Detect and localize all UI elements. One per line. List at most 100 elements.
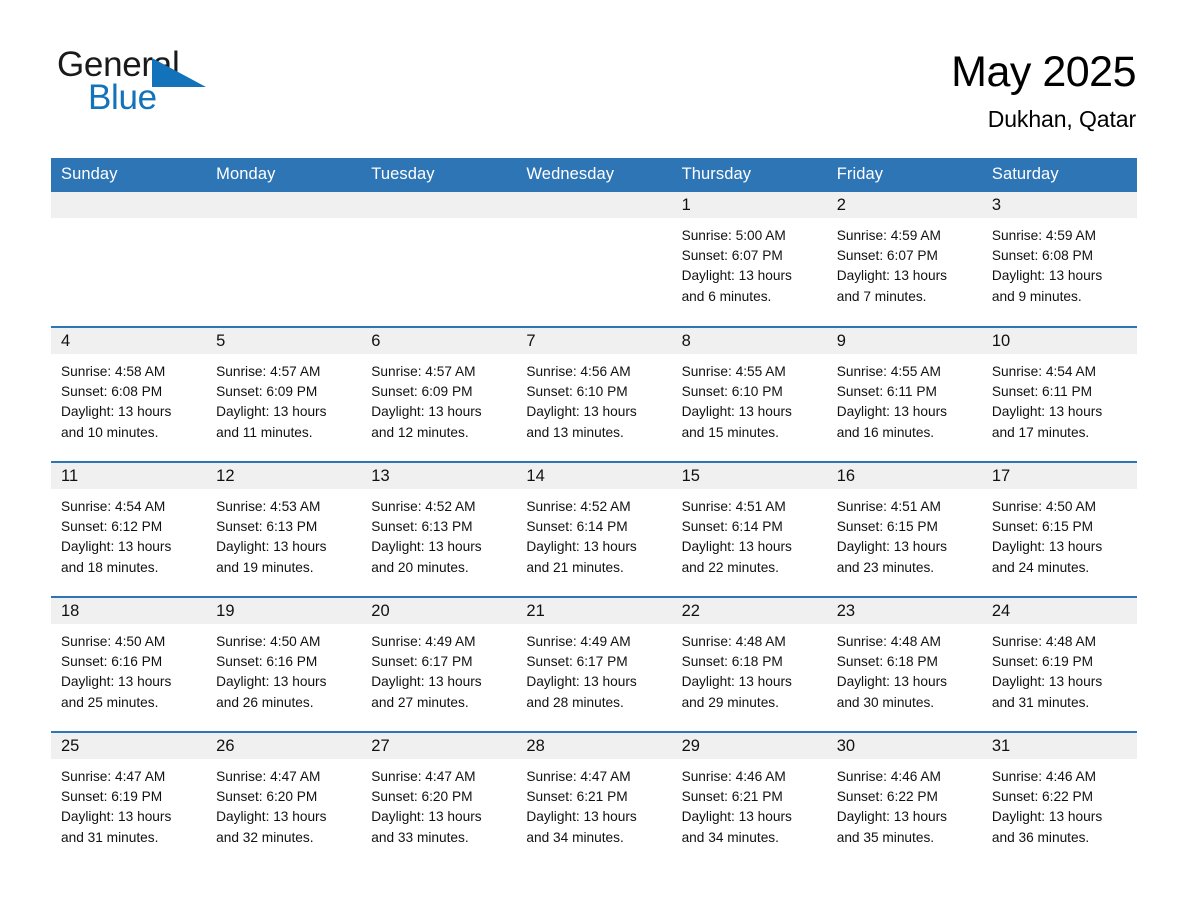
cell-inner: 20 Sunrise: 4:49 AM Sunset: 6:17 PM Dayligh… — [361, 598, 517, 731]
calendar-cell-day-14[interactable]: 14 Sunrise: 4:52 AM Sunset: 6:14 PM Dayligh… — [516, 461, 672, 597]
calendar-cell-day-26[interactable]: 26 Sunrise: 4:47 AM Sunset: 6:20 PM Dayligh… — [206, 731, 362, 867]
calendar-cell-day-23[interactable]: 23 Sunrise: 4:48 AM Sunset: 6:18 PM Dayligh… — [826, 596, 982, 732]
day-number: 2 — [826, 192, 982, 218]
calendar-cell-day-18[interactable]: 18 Sunrise: 4:50 AM Sunset: 6:16 PM Dayligh… — [51, 596, 207, 732]
calendar-cell-day-17[interactable]: 17 Sunrise: 4:50 AM Sunset: 6:15 PM Dayligh… — [981, 461, 1137, 597]
calendar-cell-day-20[interactable]: 20 Sunrise: 4:49 AM Sunset: 6:17 PM Dayligh… — [361, 596, 517, 732]
sunrise-text: Sunrise: 4:59 AM — [991, 228, 1097, 243]
cell-inner: 10 Sunrise: 4:54 AM Sunset: 6:11 PM Dayligh… — [981, 328, 1137, 461]
daylight-text-line2: and 25 minutes. — [61, 694, 159, 710]
day-details — [51, 218, 206, 226]
daylight-text-line2: and 31 minutes. — [991, 694, 1090, 710]
calendar-cell-day-16[interactable]: 16 Sunrise: 4:51 AM Sunset: 6:15 PM Dayligh… — [826, 461, 982, 597]
calendar-cell-day-25[interactable]: 25 Sunrise: 4:47 AM Sunset: 6:19 PM Dayligh… — [51, 731, 207, 867]
daylight-text-line2: and 26 minutes. — [216, 694, 314, 710]
daylight-text-line2: and 7 minutes. — [836, 288, 927, 304]
daylight-text-line2: and 36 minutes. — [991, 829, 1090, 845]
calendar-cell-day-1[interactable]: 1 Sunrise: 5:00 AM Sunset: 6:07 PM Daylight… — [671, 192, 827, 327]
cell-inner — [361, 192, 517, 326]
calendar-cell-day-29[interactable]: 29 Sunrise: 4:46 AM Sunset: 6:21 PM Dayligh… — [671, 731, 827, 867]
calendar-cell-day-10[interactable]: 10 Sunrise: 4:54 AM Sunset: 6:11 PM Dayligh… — [981, 326, 1137, 462]
day-number: 31 — [981, 733, 1137, 759]
calendar-cell-day-31[interactable]: 31 Sunrise: 4:46 AM Sunset: 6:22 PM Dayligh… — [981, 731, 1137, 867]
cell-inner: 19 Sunrise: 4:50 AM Sunset: 6:16 PM Dayligh… — [206, 598, 362, 731]
calendar-cell-day-9[interactable]: 9 Sunrise: 4:55 AM Sunset: 6:11 PM Daylight… — [826, 326, 982, 462]
calendar-cell-day-3[interactable]: 3 Sunrise: 4:59 AM Sunset: 6:08 PM Daylight… — [981, 192, 1137, 327]
calendar-cell-day-19[interactable]: 19 Sunrise: 4:50 AM Sunset: 6:16 PM Dayligh… — [206, 596, 362, 732]
calendar-cell-day-27[interactable]: 27 Sunrise: 4:47 AM Sunset: 6:20 PM Dayligh… — [361, 731, 517, 867]
daylight-text-line1: Daylight: 13 hours — [216, 404, 327, 420]
daylight-text-line2: and 34 minutes. — [681, 829, 779, 845]
sunset-text: Sunset: 6:11 PM — [991, 384, 1093, 400]
day-number: 15 — [671, 463, 827, 489]
calendar-cell-day-28[interactable]: 28 Sunrise: 4:47 AM Sunset: 6:21 PM Dayligh… — [516, 731, 672, 867]
calendar-body: 1 Sunrise: 5:00 AM Sunset: 6:07 PM Daylight… — [51, 192, 1137, 867]
calendar-cell-day-22[interactable]: 22 Sunrise: 4:48 AM Sunset: 6:18 PM Dayligh… — [671, 596, 827, 732]
day-number: 25 — [51, 733, 207, 759]
daylight-text-line2: and 21 minutes. — [526, 559, 624, 575]
calendar-cell-day-24[interactable]: 24 Sunrise: 4:48 AM Sunset: 6:19 PM Dayligh… — [981, 596, 1137, 732]
calendar-cell-day-7[interactable]: 7 Sunrise: 4:56 AM Sunset: 6:10 PM Daylight… — [516, 326, 672, 462]
triangle-icon — [152, 58, 206, 87]
calendar-week-row: 25 Sunrise: 4:47 AM Sunset: 6:19 PM Dayligh… — [51, 731, 1137, 867]
day-number: 7 — [516, 328, 672, 354]
day-details: Sunrise: 4:54 AM Sunset: 6:11 PM Daylight:… — [982, 354, 1137, 443]
cell-inner: 4 Sunrise: 4:58 AM Sunset: 6:08 PM Daylight… — [51, 328, 207, 461]
weekday-header-monday: Monday — [206, 158, 362, 192]
daylight-text-line2: and 34 minutes. — [526, 829, 624, 845]
cell-inner: 28 Sunrise: 4:47 AM Sunset: 6:21 PM Dayligh… — [516, 733, 672, 867]
calendar-cell-day-8[interactable]: 8 Sunrise: 4:55 AM Sunset: 6:10 PM Daylight… — [671, 326, 827, 462]
calendar-week-row: 11 Sunrise: 4:54 AM Sunset: 6:12 PM Dayligh… — [51, 461, 1137, 597]
calendar-cell-day-11[interactable]: 11 Sunrise: 4:54 AM Sunset: 6:12 PM Dayligh… — [51, 461, 207, 597]
cell-inner: 17 Sunrise: 4:50 AM Sunset: 6:15 PM Dayligh… — [981, 463, 1137, 596]
day-details: Sunrise: 4:46 AM Sunset: 6:22 PM Daylight:… — [827, 759, 982, 848]
page-header: General Blue May 2025 Dukhan, Qatar — [0, 0, 1188, 158]
calendar-cell-day-30[interactable]: 30 Sunrise: 4:46 AM Sunset: 6:22 PM Dayligh… — [826, 731, 982, 867]
sunrise-text: Sunrise: 4:47 AM — [526, 769, 631, 784]
sunset-text: Sunset: 6:14 PM — [526, 519, 628, 535]
day-details: Sunrise: 4:48 AM Sunset: 6:18 PM Daylight:… — [827, 624, 982, 713]
day-number: 5 — [206, 328, 362, 354]
daylight-text-line2: and 15 minutes. — [681, 424, 779, 440]
day-number: 6 — [361, 328, 517, 354]
day-number: 16 — [826, 463, 982, 489]
day-details — [206, 218, 361, 226]
calendar-cell-day-21[interactable]: 21 Sunrise: 4:49 AM Sunset: 6:17 PM Dayligh… — [516, 596, 672, 732]
cell-inner: 8 Sunrise: 4:55 AM Sunset: 6:10 PM Daylight… — [671, 328, 827, 461]
calendar-cell-day-2[interactable]: 2 Sunrise: 4:59 AM Sunset: 6:07 PM Daylight… — [826, 192, 982, 327]
day-number — [51, 192, 207, 218]
sunrise-text: Sunrise: 4:48 AM — [681, 634, 786, 649]
sunrise-text: Sunrise: 4:46 AM — [991, 769, 1097, 784]
sunset-text: Sunset: 6:18 PM — [836, 654, 938, 670]
cell-inner: 26 Sunrise: 4:47 AM Sunset: 6:20 PM Dayligh… — [206, 733, 362, 867]
calendar-cell-day-15[interactable]: 15 Sunrise: 4:51 AM Sunset: 6:14 PM Dayligh… — [671, 461, 827, 597]
daylight-text-line2: and 35 minutes. — [836, 829, 935, 845]
day-number — [206, 192, 362, 218]
calendar-cell-day-5[interactable]: 5 Sunrise: 4:57 AM Sunset: 6:09 PM Daylight… — [206, 326, 362, 462]
cell-inner: 18 Sunrise: 4:50 AM Sunset: 6:16 PM Dayligh… — [51, 598, 207, 731]
sunset-text: Sunset: 6:09 PM — [371, 384, 473, 400]
day-number — [516, 192, 672, 218]
calendar-cell-day-12[interactable]: 12 Sunrise: 4:53 AM Sunset: 6:13 PM Dayligh… — [206, 461, 362, 597]
day-details: Sunrise: 4:52 AM Sunset: 6:14 PM Daylight:… — [516, 489, 671, 578]
day-details: Sunrise: 4:47 AM Sunset: 6:19 PM Daylight:… — [51, 759, 206, 848]
sunrise-text: Sunrise: 4:50 AM — [61, 634, 166, 649]
cell-inner: 12 Sunrise: 4:53 AM Sunset: 6:13 PM Dayligh… — [206, 463, 362, 596]
calendar-cell-day-6[interactable]: 6 Sunrise: 4:57 AM Sunset: 6:09 PM Daylight… — [361, 326, 517, 462]
calendar-cell-day-13[interactable]: 13 Sunrise: 4:52 AM Sunset: 6:13 PM Dayligh… — [361, 461, 517, 597]
daylight-text-line1: Daylight: 13 hours — [991, 539, 1103, 555]
generalblue-logo[interactable]: General Blue — [57, 47, 207, 119]
daylight-text-line1: Daylight: 13 hours — [526, 674, 637, 690]
sunrise-text: Sunrise: 4:52 AM — [526, 499, 631, 514]
cell-inner — [206, 192, 362, 326]
cell-inner: 2 Sunrise: 4:59 AM Sunset: 6:07 PM Daylight… — [826, 192, 982, 326]
cell-inner: 1 Sunrise: 5:00 AM Sunset: 6:07 PM Daylight… — [671, 192, 827, 326]
calendar-cell-day-4[interactable]: 4 Sunrise: 4:58 AM Sunset: 6:08 PM Daylight… — [51, 326, 207, 462]
day-details: Sunrise: 4:50 AM Sunset: 6:16 PM Daylight:… — [51, 624, 206, 713]
sunrise-text: Sunrise: 4:51 AM — [836, 499, 941, 514]
daylight-text-line1: Daylight: 13 hours — [371, 674, 482, 690]
calendar-table: Sunday Monday Tuesday Wednesday Thursday Frid… — [51, 158, 1137, 867]
daylight-text-line2: and 22 minutes. — [681, 559, 779, 575]
cell-inner: 7 Sunrise: 4:56 AM Sunset: 6:10 PM Daylight… — [516, 328, 672, 461]
sunrise-text: Sunrise: 4:55 AM — [681, 364, 786, 379]
